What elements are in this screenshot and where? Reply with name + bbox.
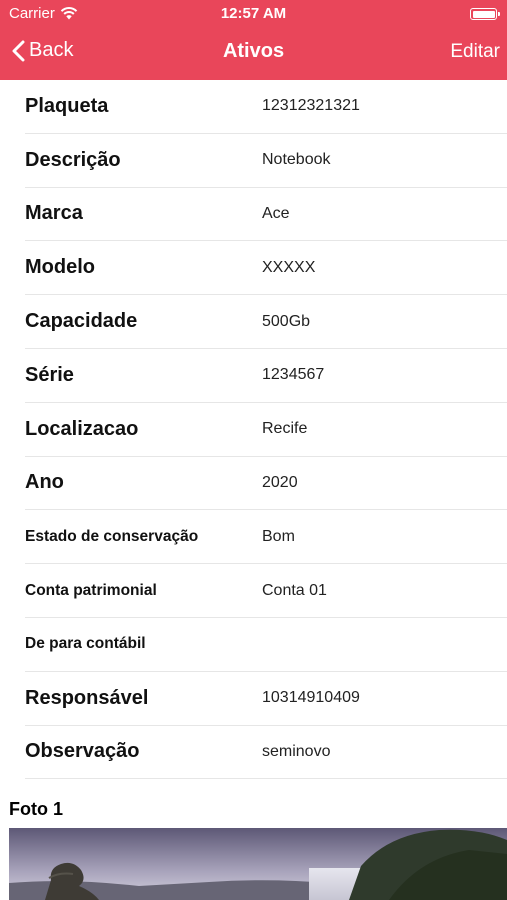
detail-label: Modelo	[25, 256, 95, 279]
detail-label: Plaqueta	[25, 94, 109, 117]
detail-value: 500Gb	[262, 312, 311, 330]
detail-row-responsavel: Responsável 10314910409	[25, 672, 507, 726]
detail-label: Ano	[25, 471, 64, 494]
detail-label: Observação	[25, 740, 140, 763]
detail-value: Ace	[262, 204, 290, 222]
details-list: Plaqueta 12312321321 Descrição Notebook …	[25, 80, 507, 780]
detail-row-ano: Ano 2020	[25, 457, 507, 511]
detail-value: 1234567	[262, 366, 325, 384]
detail-value: Conta 01	[262, 581, 327, 599]
battery-icon	[470, 8, 500, 20]
detail-row-conta-patrimonial: Conta patrimonial Conta 01	[25, 564, 507, 618]
detail-label: Capacidade	[25, 310, 138, 333]
detail-row-capacidade: Capacidade 500Gb	[25, 295, 507, 349]
detail-label: Série	[25, 363, 74, 386]
detail-label: Conta patrimonial	[25, 581, 157, 599]
detail-value: 2020	[262, 473, 298, 491]
detail-row-estado-conservacao: Estado de conservação Bom	[25, 510, 507, 565]
photo-image[interactable]	[9, 828, 507, 900]
header: Carrier 12:57 AM Back Ativos Editar	[0, 0, 507, 80]
nav-bar: Back Ativos Editar	[0, 28, 507, 80]
detail-label: Responsável	[25, 686, 149, 709]
detail-row-descricao: Descrição Notebook	[25, 134, 507, 188]
photo-title: Foto 1	[9, 799, 63, 819]
detail-label: Estado de conservação	[25, 527, 199, 545]
detail-row-observacao: Observação seminovo	[25, 726, 507, 780]
detail-value: Notebook	[262, 151, 331, 169]
detail-row-localizacao: Localizacao Recife	[25, 403, 507, 457]
status-time: 12:57 AM	[220, 5, 287, 22]
page-title: Ativos	[222, 40, 285, 62]
detail-label: De para contábil	[25, 635, 146, 653]
detail-value: Bom	[262, 527, 295, 545]
detail-value: 10314910409	[262, 689, 360, 707]
detail-value: Recife	[262, 420, 308, 438]
detail-label: Descrição	[25, 148, 121, 171]
detail-row-marca: Marca Ace	[25, 188, 507, 242]
edit-button[interactable]: Editar	[450, 41, 500, 63]
detail-value: seminovo	[262, 742, 331, 760]
detail-row-modelo: Modelo XXXXX	[25, 241, 507, 296]
detail-row-de-para-contabil: De para contábil	[25, 618, 507, 672]
detail-value: 12312321321	[262, 97, 360, 115]
detail-label: Localizacao	[25, 417, 139, 440]
detail-row-serie: Série 1234567	[25, 349, 507, 403]
status-bar: Carrier 12:57 AM	[0, 0, 507, 28]
detail-row-plaqueta: Plaqueta 12312321321	[25, 80, 507, 134]
detail-label: Marca	[25, 202, 83, 225]
detail-value: XXXXX	[262, 258, 316, 276]
